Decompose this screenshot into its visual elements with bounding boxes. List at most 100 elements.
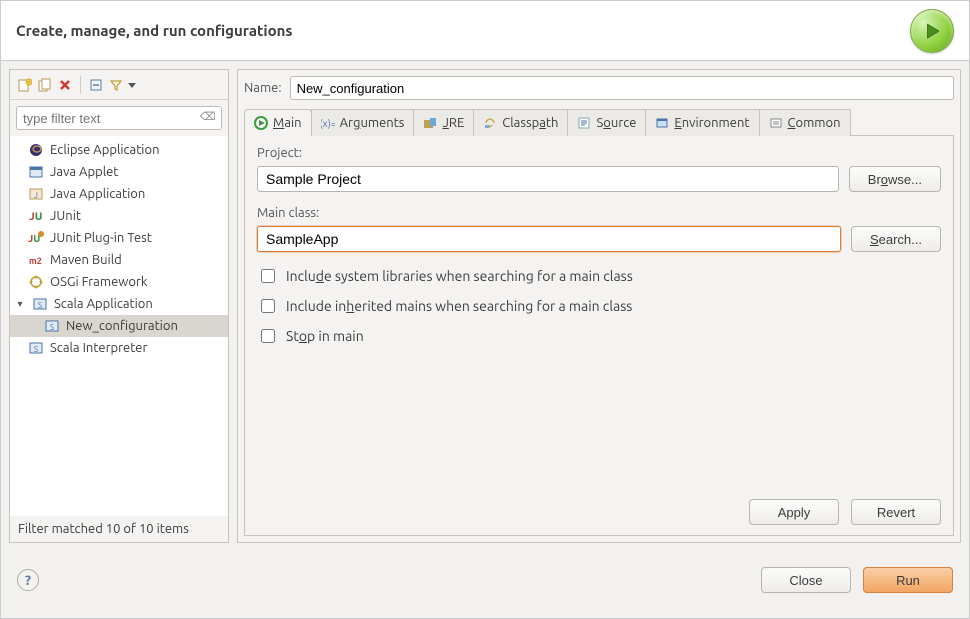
svg-text:m2: m2 <box>29 256 42 266</box>
search-button[interactable]: Search... <box>851 226 941 252</box>
config-tree[interactable]: Eclipse Application Java Applet J Java Appl… <box>10 136 228 516</box>
tree-item-osgi-framework[interactable]: OSGi Framework <box>10 271 228 293</box>
cb-inherited[interactable]: Include inherited mains when searching f… <box>257 296 941 316</box>
tree-item-label: New_configuration <box>66 319 178 333</box>
tab-label: Classpath <box>502 116 558 130</box>
twisty-icon[interactable]: ▾ <box>14 298 26 310</box>
run-icon <box>910 9 954 53</box>
cb-inherited-box[interactable] <box>261 299 275 313</box>
osgi-icon <box>28 274 44 290</box>
collapse-all-icon[interactable] <box>87 76 105 94</box>
classpath-icon <box>483 116 497 130</box>
cb-stop-main-box[interactable] <box>261 329 275 343</box>
cb-inherited-label: Include inherited mains when searching f… <box>286 298 632 314</box>
tree-item-label: Java Application <box>50 187 145 201</box>
cb-stop-main-label: Stop in main <box>286 328 364 344</box>
mainclass-input[interactable] <box>257 226 841 252</box>
delete-config-icon[interactable] <box>56 76 74 94</box>
left-toolbar <box>10 70 228 100</box>
dialog-header: Create, manage, and run configurations <box>1 1 969 61</box>
tab-label: JRE <box>442 116 464 130</box>
filter-icon[interactable] <box>107 76 125 94</box>
svg-text:S: S <box>50 323 54 332</box>
browse-button[interactable]: Browse... <box>849 166 941 192</box>
tree-item-junit[interactable]: JU JUnit <box>10 205 228 227</box>
name-row: Name: <box>244 76 954 100</box>
new-config-icon[interactable] <box>16 76 34 94</box>
toolbar-separator <box>80 76 81 94</box>
tab-arguments[interactable]: (x)= Arguments <box>311 109 415 136</box>
java-icon: J <box>28 186 44 202</box>
scala-icon: S <box>28 340 44 356</box>
tree-item-scala-interpreter[interactable]: S Scala Interpreter <box>10 337 228 359</box>
copy-config-icon[interactable] <box>36 76 54 94</box>
tree-item-label: JUnit Plug-in Test <box>50 231 152 245</box>
tab-jre[interactable]: JRE <box>413 109 474 136</box>
tab-label: Arguments <box>340 116 405 130</box>
applet-icon <box>28 164 44 180</box>
cb-system-libs-label: Include system libraries when searching … <box>286 268 633 284</box>
svg-text:S: S <box>38 301 42 310</box>
run-button[interactable]: Run <box>863 567 953 593</box>
tree-item-maven-build[interactable]: m2 Maven Build <box>10 249 228 271</box>
tree-item-label: Scala Application <box>54 297 153 311</box>
tab-main[interactable]: Main <box>244 109 312 136</box>
tree-item-java-application[interactable]: J Java Application <box>10 183 228 205</box>
svg-text:J: J <box>34 191 38 200</box>
tab-classpath[interactable]: Classpath <box>473 109 568 136</box>
apply-button[interactable]: Apply <box>749 499 839 525</box>
tree-item-new-configuration[interactable]: S New_configuration <box>10 315 228 337</box>
tree-item-label: OSGi Framework <box>50 275 147 289</box>
name-input[interactable] <box>290 76 954 100</box>
tree-item-label: Eclipse Application <box>50 143 160 157</box>
tree-item-label: JUnit <box>50 209 81 223</box>
mainclass-row: Search... <box>257 226 941 252</box>
filter-text-wrapper: ⌫ <box>16 106 222 130</box>
project-input[interactable] <box>257 166 839 192</box>
tab-label: Environment <box>674 116 749 130</box>
svg-text:JU: JU <box>29 211 42 223</box>
junit-icon: JU <box>28 208 44 224</box>
project-row: Browse... <box>257 166 941 192</box>
tab-environment[interactable]: Environment <box>645 109 759 136</box>
tree-item-java-applet[interactable]: Java Applet <box>10 161 228 183</box>
tab-source[interactable]: Source <box>567 109 646 136</box>
scala-icon: S <box>32 296 48 312</box>
jre-icon <box>423 116 437 130</box>
left-pane: ⌫ Eclipse Application Java Applet J Java Ap… <box>9 69 229 543</box>
footer-buttons: Close Run <box>761 567 953 593</box>
maven-icon: m2 <box>28 252 44 268</box>
svg-text:S: S <box>34 345 38 354</box>
env-icon <box>655 116 669 130</box>
scala-icon: S <box>44 318 60 334</box>
cb-stop-main[interactable]: Stop in main <box>257 326 941 346</box>
dialog-footer: ? Close Run <box>1 551 969 609</box>
tree-item-label: Java Applet <box>50 165 118 179</box>
tree-item-label: Scala Interpreter <box>50 341 147 355</box>
eclipse-icon <box>28 142 44 158</box>
cb-system-libs-box[interactable] <box>261 269 275 283</box>
tree-item-scala-application[interactable]: ▾ S Scala Application <box>10 293 228 315</box>
junitplug-icon: JU <box>28 230 44 246</box>
clear-filter-icon[interactable]: ⌫ <box>200 110 216 126</box>
dialog-title: Create, manage, and run configurations <box>16 22 293 39</box>
revert-button[interactable]: Revert <box>851 499 941 525</box>
tree-item-eclipse-application[interactable]: Eclipse Application <box>10 139 228 161</box>
args-icon: (x)= <box>321 116 335 130</box>
tab-common[interactable]: Common <box>759 109 851 136</box>
filter-status: Filter matched 10 of 10 items <box>10 516 228 542</box>
name-label: Name: <box>244 81 282 95</box>
mainclass-label: Main class: <box>257 206 941 220</box>
help-icon[interactable]: ? <box>17 569 39 591</box>
apply-revert-row: Apply Revert <box>257 489 941 525</box>
dropdown-arrow-icon[interactable] <box>127 76 137 94</box>
common-icon <box>769 116 783 130</box>
close-button[interactable]: Close <box>761 567 851 593</box>
tree-item-junit-plug-in-test[interactable]: JU JUnit Plug-in Test <box>10 227 228 249</box>
tab-label: Common <box>788 116 841 130</box>
source-icon <box>577 116 591 130</box>
tree-item-label: Maven Build <box>50 253 122 267</box>
cb-system-libs[interactable]: Include system libraries when searching … <box>257 266 941 286</box>
right-pane: Name: Main (x)= Arguments JRE Classpath Sourc… <box>237 69 961 543</box>
filter-text-input[interactable] <box>16 106 222 130</box>
